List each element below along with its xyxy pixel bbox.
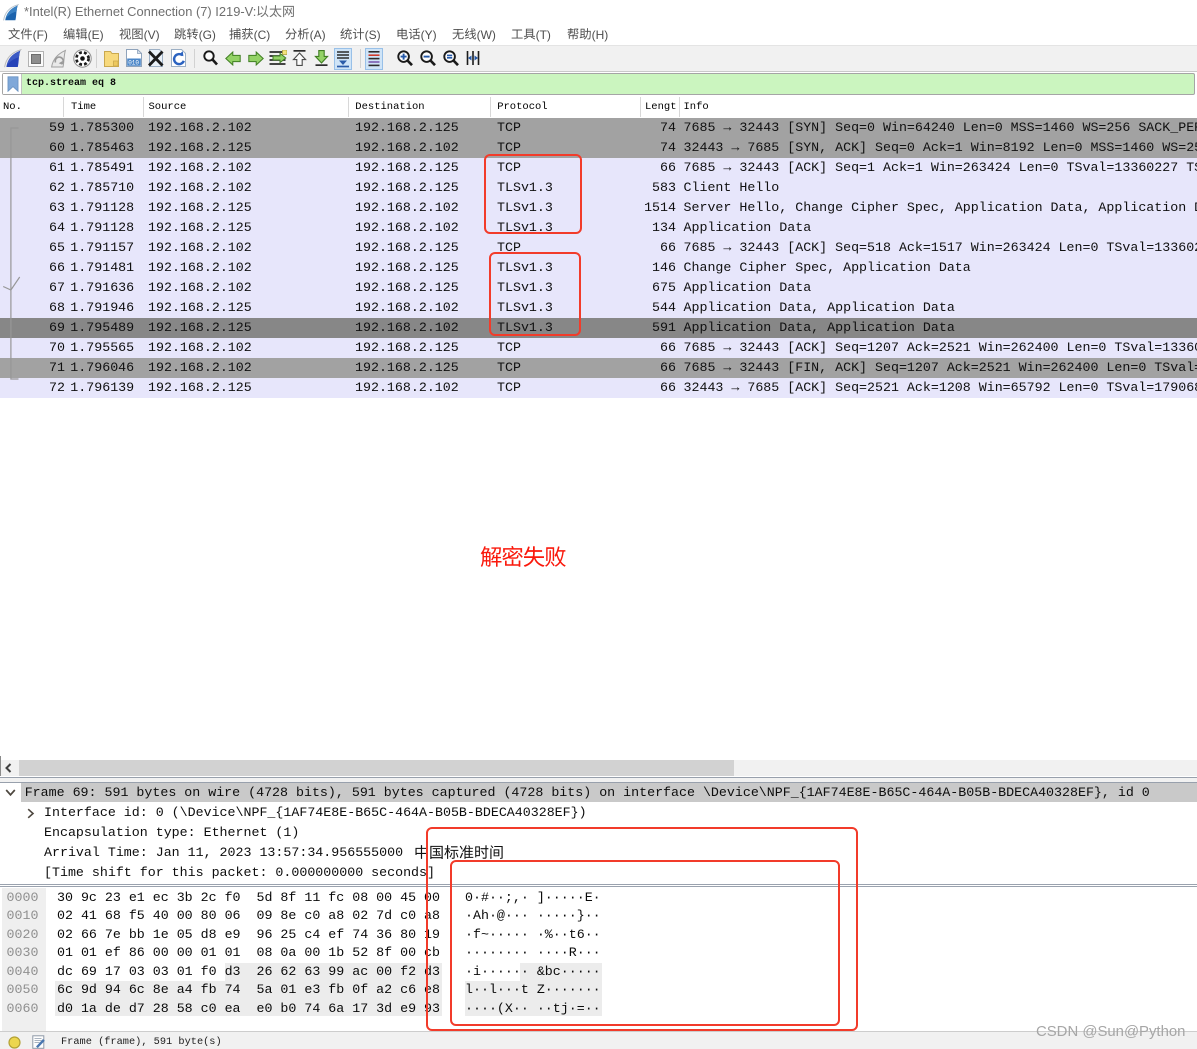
svg-text:010: 010 — [128, 60, 139, 67]
